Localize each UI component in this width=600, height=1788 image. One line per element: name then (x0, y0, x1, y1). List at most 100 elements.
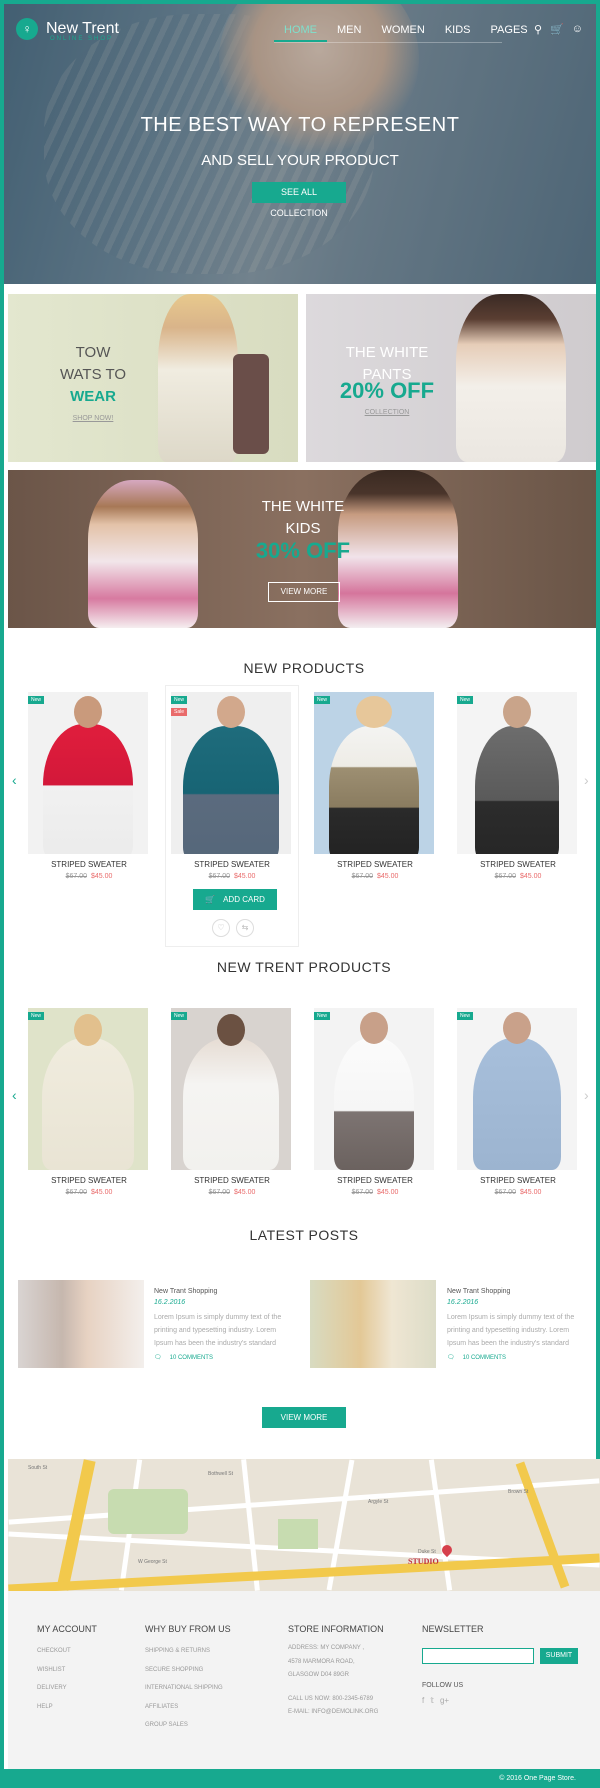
product-name[interactable]: STRIPED SWEATER (28, 1176, 150, 1185)
latest-posts-title: LATEST POSTS (249, 1227, 359, 1243)
newsletter-submit-button[interactable]: SUBMIT (540, 1648, 578, 1664)
footer-link[interactable]: SHIPPING & RETURNS (145, 1642, 223, 1661)
newsletter-email-input[interactable] (422, 1648, 534, 1664)
user-icon[interactable]: ☺ (572, 23, 583, 36)
nav-pages[interactable]: PAGES (481, 20, 538, 42)
footer-link[interactable]: GROUP SALES (145, 1716, 223, 1735)
post-comments-link[interactable]: 🗨 10 COMMENTS (154, 1354, 213, 1361)
new-badge: New (171, 1012, 188, 1020)
product-card[interactable]: New STRIPED SWEATER $67.00 $45.00 (457, 692, 579, 880)
product-card[interactable]: New Sale STRIPED SWEATER $67.00 $45.00 (171, 692, 293, 880)
view-more-posts-button[interactable]: VIEW MORE (262, 1407, 346, 1428)
promo1-line1: TOW (75, 344, 111, 361)
hero-subtitle: AND SELL YOUR PRODUCT (201, 152, 399, 169)
hero-title: THE BEST WAY TO REPRESENT (140, 114, 460, 136)
promo1-link[interactable]: SHOP NOW! (38, 408, 148, 430)
promo-tow-ways[interactable]: TOW WATS TO WEAR SHOP NOW! (8, 294, 298, 462)
promo2-highlight: 20% OFF (339, 378, 435, 403)
footer-link[interactable]: DELIVERY (37, 1679, 71, 1698)
cart-icon[interactable]: 🛒 (550, 23, 564, 36)
post-excerpt: Lorem Ipsum is simply dummy text of the … (447, 1314, 575, 1347)
post-title[interactable]: New Trant Shopping (447, 1288, 510, 1295)
promo2-link[interactable]: COLLECTION (322, 402, 452, 424)
footer-account-links: CHECKOUT WISHLIST DELIVERY HELP (37, 1642, 71, 1716)
map-marker-label: STUDIO (408, 1557, 439, 1566)
promo-white-kids[interactable]: THE WHITE KIDS 30% OFF VIEW MORE (8, 470, 596, 628)
carousel-prev-arrow[interactable]: ‹ (12, 1087, 17, 1103)
nav-women[interactable]: WOMEN (371, 20, 434, 42)
carousel-next-arrow[interactable]: › (584, 1087, 589, 1103)
footer-link[interactable]: AFFILIATES (145, 1698, 223, 1717)
compare-icon[interactable]: ⇆ (236, 919, 254, 937)
product-name[interactable]: STRIPED SWEATER (28, 860, 150, 869)
product-name[interactable]: STRIPED SWEATER (171, 1176, 293, 1185)
footer-link[interactable]: WISHLIST (37, 1661, 71, 1680)
product-image: New (171, 1008, 291, 1170)
post-image[interactable] (310, 1280, 436, 1368)
post-excerpt: Lorem Ipsum is simply dummy text of the … (154, 1314, 282, 1347)
nav-home[interactable]: HOME (274, 20, 327, 42)
girl-left-image (88, 480, 198, 628)
post-image[interactable] (18, 1280, 144, 1368)
product-card[interactable]: New STRIPED SWEATER $67.00 $45.00 (28, 692, 150, 880)
copyright-bar: © 2016 One Page Store. (0, 1769, 600, 1788)
product-image: New (314, 692, 434, 854)
post-comments-link[interactable]: 🗨 10 COMMENTS (447, 1354, 506, 1361)
product-card[interactable]: New STRIPED SWEATER $67.00 $45.00 (171, 1008, 293, 1196)
product-price: $67.00 $45.00 (494, 1189, 542, 1196)
product-price: $67.00 $45.00 (65, 1189, 113, 1196)
location-map[interactable]: South St Bothwell St W George St Argyle … (8, 1459, 600, 1591)
park-area (108, 1489, 188, 1534)
new-badge: New (314, 696, 331, 704)
product-price: $67.00 $45.00 (351, 1189, 399, 1196)
facebook-icon[interactable]: f (422, 1696, 424, 1705)
footer-why-links: SHIPPING & RETURNS SECURE SHOPPING INTER… (145, 1642, 223, 1735)
post-date: 16.2.2016 (154, 1299, 186, 1306)
new-badge: New (28, 1012, 45, 1020)
google-plus-icon[interactable]: g+ (440, 1696, 449, 1705)
promo-model-image (456, 294, 566, 462)
promo-model-image (158, 294, 238, 462)
product-name[interactable]: STRIPED SWEATER (314, 860, 436, 869)
carousel-prev-arrow[interactable]: ‹ (12, 772, 17, 788)
search-icon[interactable]: ⚲ (534, 23, 542, 36)
logo-dress-icon: ♀ (16, 18, 38, 40)
twitter-icon[interactable]: 𝕥 (430, 1696, 434, 1705)
new-badge: New (171, 696, 188, 704)
footer-link[interactable]: INTERNATIONAL SHIPPING (145, 1679, 223, 1698)
nav-kids[interactable]: KIDS (435, 20, 481, 42)
trent-products-title: NEW TRENT PRODUCTS (216, 959, 392, 975)
add-to-cart-button[interactable]: 🛒 ADD CARD (193, 889, 277, 910)
footer-store-title: STORE INFORMATION (288, 1624, 384, 1634)
carousel-next-arrow[interactable]: › (584, 772, 589, 788)
nav-men[interactable]: MEN (327, 20, 371, 42)
footer-link[interactable]: CHECKOUT (37, 1642, 71, 1661)
footer-link[interactable]: SECURE SHOPPING (145, 1661, 223, 1680)
promo2-line1: THE WHITE (345, 344, 429, 361)
see-collection-button[interactable]: SEE ALL COLLECTION (252, 182, 346, 218)
promo3-view-more-button[interactable]: VIEW MORE (268, 582, 340, 602)
product-image: New (457, 1008, 577, 1170)
promo3-highlight: 30% OFF (255, 538, 351, 563)
product-image: New (28, 692, 148, 854)
footer-link[interactable]: HELP (37, 1698, 71, 1717)
new-badge: New (457, 1012, 474, 1020)
product-card[interactable]: New STRIPED SWEATER $67.00 $45.00 (314, 692, 436, 880)
product-name[interactable]: STRIPED SWEATER (171, 860, 293, 869)
footer-newsletter-title: NEWSLETTER (422, 1624, 484, 1634)
promo-white-pants[interactable]: THE WHITE PANTS 20% OFF COLLECTION (306, 294, 596, 462)
product-price: $67.00 $45.00 (208, 1189, 256, 1196)
product-name[interactable]: STRIPED SWEATER (457, 1176, 579, 1185)
product-name[interactable]: STRIPED SWEATER (314, 1176, 436, 1185)
new-badge: New (28, 696, 45, 704)
wishlist-icon[interactable]: ♡ (212, 919, 230, 937)
product-image: New (457, 692, 577, 854)
social-links: f 𝕥 g+ (422, 1696, 449, 1705)
promo1-highlight: WEAR (70, 388, 116, 405)
post-title[interactable]: New Trant Shopping (154, 1288, 217, 1295)
product-card[interactable]: New STRIPED SWEATER $67.00 $45.00 (314, 1008, 436, 1196)
product-name[interactable]: STRIPED SWEATER (457, 860, 579, 869)
product-card[interactable]: New STRIPED SWEATER $67.00 $45.00 (457, 1008, 579, 1196)
product-card[interactable]: New STRIPED SWEATER $67.00 $45.00 (28, 1008, 150, 1196)
product-image: New (314, 1008, 434, 1170)
